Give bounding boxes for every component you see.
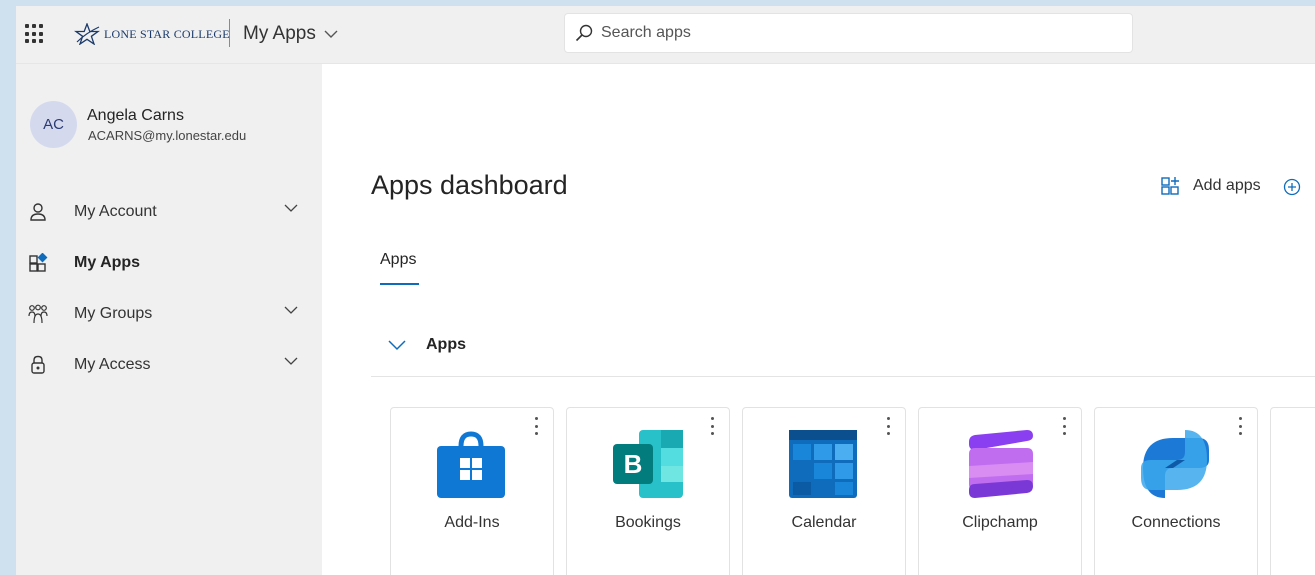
sidebar: AC Angela Carns ACARNS@my.lonestar.edu M… <box>16 64 322 575</box>
calendar-icon <box>789 430 857 498</box>
add-apps-button[interactable]: Add apps <box>1161 176 1261 196</box>
create-collection-icon[interactable] <box>1283 178 1301 196</box>
app-tile-calendar[interactable]: Calendar <box>742 407 906 575</box>
more-options-icon[interactable] <box>711 417 715 435</box>
chevron-down-icon <box>324 30 338 38</box>
more-options-icon[interactable] <box>535 417 539 435</box>
app-switcher[interactable]: My Apps <box>243 23 338 45</box>
sidebar-item-my-account[interactable]: My Account <box>16 192 322 232</box>
more-options-icon[interactable] <box>887 417 891 435</box>
top-bar: LONE STAR COLLEGE My Apps <box>16 6 1315 64</box>
sidebar-item-label: My Account <box>74 203 157 220</box>
sidebar-item-label: My Groups <box>74 305 153 322</box>
sidebar-item-label: My Access <box>74 356 151 373</box>
app-name: Calendar <box>791 514 857 531</box>
groups-icon <box>28 304 48 324</box>
apps-section-toggle[interactable]: Apps <box>388 336 466 354</box>
chevron-down-icon[interactable] <box>284 357 298 366</box>
search-icon <box>575 24 593 42</box>
add-apps-label: Add apps <box>1193 177 1261 194</box>
more-options-icon[interactable] <box>1063 417 1067 435</box>
app-name: Add-Ins <box>444 514 500 531</box>
tab-active-indicator <box>380 283 419 285</box>
app-tile-bookings[interactable]: B Bookings <box>566 407 730 575</box>
app-name: Clipchamp <box>962 514 1038 531</box>
connections-icon <box>1141 430 1209 498</box>
app-title: My Apps <box>243 23 316 44</box>
person-icon <box>30 203 46 221</box>
app-name: Bookings <box>615 514 681 531</box>
org-name: LONE STAR COLLEGE <box>104 26 230 41</box>
chevron-down-icon[interactable] <box>284 306 298 315</box>
chevron-down-icon[interactable] <box>284 204 298 213</box>
lock-icon <box>31 355 45 374</box>
page-title: Apps dashboard <box>371 170 568 200</box>
app-name: Connections <box>1131 514 1221 531</box>
sidebar-item-label: My Apps <box>74 254 141 271</box>
sidebar-item-my-access[interactable]: My Access <box>16 345 322 385</box>
chevron-down-icon <box>388 339 406 350</box>
app-window: LONE STAR COLLEGE My Apps AC Angela Carn… <box>16 6 1315 575</box>
user-email: ACARNS@my.lonestar.edu <box>88 128 247 143</box>
sidebar-item-my-groups[interactable]: My Groups <box>16 294 322 334</box>
app-tile-clipchamp[interactable]: Clipchamp <box>918 407 1082 575</box>
app-tile-partial[interactable] <box>1270 407 1315 575</box>
apps-icon <box>29 253 48 272</box>
search-input[interactable] <box>601 24 1101 42</box>
svg-text:B: B <box>624 449 643 479</box>
search-box[interactable] <box>564 13 1133 53</box>
app-tile-connections[interactable]: Connections <box>1094 407 1258 575</box>
org-logo[interactable]: LONE STAR COLLEGE <box>74 20 230 48</box>
tab-apps[interactable]: Apps <box>380 251 416 269</box>
bookings-icon: B <box>613 430 683 498</box>
sidebar-item-my-apps[interactable]: My Apps <box>16 243 322 283</box>
add-apps-icon <box>1161 177 1179 195</box>
section-title: Apps <box>426 336 466 353</box>
avatar[interactable]: AC <box>30 101 77 148</box>
clipchamp-icon <box>969 430 1033 498</box>
user-name: Angela Carns <box>87 107 184 124</box>
star-logo-icon <box>74 23 100 45</box>
app-tile-add-ins[interactable]: Add-Ins <box>390 407 554 575</box>
more-options-icon[interactable] <box>1239 417 1243 435</box>
store-icon <box>437 431 505 498</box>
header-divider <box>229 19 230 47</box>
section-divider <box>371 376 1315 377</box>
app-launcher-icon[interactable] <box>25 24 45 44</box>
